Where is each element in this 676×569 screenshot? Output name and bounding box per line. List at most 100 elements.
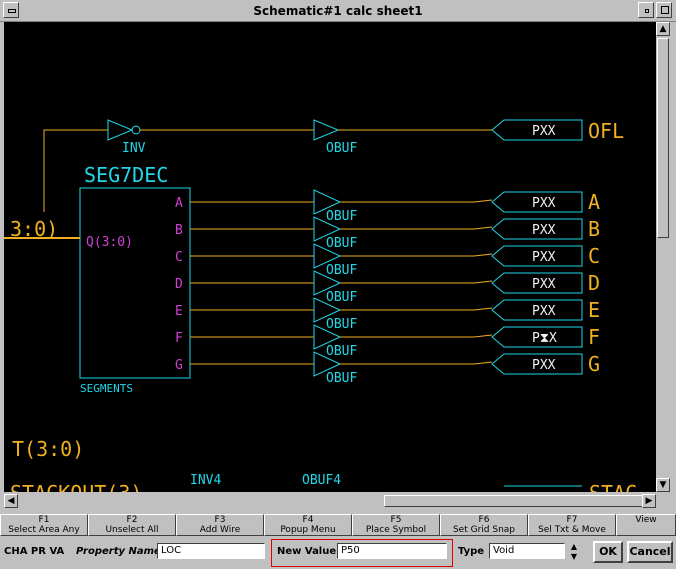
- schematic-canvas[interactable]: INV OBUF PXX OFL SEG7DEC SEGMENTS Q(3:0)…: [4, 22, 656, 492]
- fkey-f5[interactable]: F5 Place Symbol: [352, 514, 440, 536]
- pad-label-g: PXX: [532, 358, 556, 373]
- wire-pad-f[interactable]: [340, 334, 493, 338]
- obuf-top[interactable]: [313, 119, 492, 141]
- ofl-net-label: OFL: [588, 119, 624, 143]
- fkey-f4-label: Popup Menu: [280, 525, 336, 535]
- pin-label-b: B: [175, 223, 183, 238]
- schematic-drawing[interactable]: INV OBUF PXX OFL SEG7DEC SEGMENTS Q(3:0)…: [4, 22, 656, 492]
- wire-pad-g[interactable]: [340, 361, 493, 365]
- obuf-seg-label-f: OBUF: [326, 344, 357, 359]
- input-pin-label: Q(3:0): [86, 235, 133, 250]
- fkey-f4[interactable]: F4 Popup Menu: [264, 514, 352, 536]
- ok-button[interactable]: OK: [593, 541, 623, 563]
- net-label-e: E: [588, 298, 600, 322]
- property-name-field[interactable]: LOC: [157, 543, 265, 559]
- net-label-f: F: [588, 325, 600, 349]
- pad-label-b: PXX: [532, 223, 556, 238]
- net-label-a: A: [588, 190, 600, 214]
- horizontal-scroll-thumb[interactable]: [384, 495, 644, 507]
- property-name-label: Property Name: [76, 546, 161, 557]
- scroll-left-icon[interactable]: ◀: [4, 494, 18, 508]
- pin-label-a: A: [175, 196, 183, 211]
- type-field[interactable]: Void: [489, 543, 565, 559]
- obuf-seg-label-e: OBUF: [326, 317, 357, 332]
- minimize-icon: [645, 9, 649, 13]
- obuf-seg-label-g: OBUF: [326, 371, 357, 386]
- spin-up-icon[interactable]: ▲: [568, 542, 580, 552]
- fkey-f2[interactable]: F2 Unselect All: [88, 514, 176, 536]
- window-titlebar: Schematic#1 calc sheet1: [0, 0, 676, 22]
- new-value-field[interactable]: P50: [337, 543, 447, 559]
- cancel-button[interactable]: Cancel: [627, 541, 673, 563]
- inverter-label: INV: [122, 141, 146, 156]
- net-label-c: C: [588, 244, 600, 268]
- fkey-f7-key: F7: [566, 515, 578, 525]
- inverter-symbol[interactable]: [107, 119, 314, 141]
- obuf4-label: OBUF4: [302, 473, 341, 488]
- net-label-d: D: [588, 271, 600, 295]
- bus-t-label: T(3:0): [12, 437, 84, 461]
- fkey-f4-key: F4: [302, 515, 314, 525]
- wire-pad-e[interactable]: [340, 307, 493, 311]
- fkey-view[interactable]: View: [616, 514, 676, 536]
- obuf-seg-label-b: OBUF: [326, 236, 357, 251]
- mode-label: CHA PR VA: [4, 546, 65, 557]
- pin-label-f: F: [175, 331, 183, 346]
- wire-pad-a[interactable]: [340, 199, 493, 203]
- fkey-f1[interactable]: F1 Select Area Any: [0, 514, 88, 536]
- pad-label-d: PXX: [532, 277, 556, 292]
- inv4-label: INV4: [190, 473, 221, 488]
- obuf-seg-label-a: OBUF: [326, 209, 357, 224]
- property-bar: CHA PR VA Property Name LOC New Value P5…: [0, 537, 676, 569]
- segment-rows: AOBUFPXX ABOBUFPXX BCOBUFPXX CDOBUFPXX DEOBU…: [175, 189, 600, 386]
- horizontal-scrollbar[interactable]: ◀ ▶: [4, 494, 656, 508]
- vertical-scrollbar[interactable]: ▲ ▼: [656, 22, 670, 492]
- vertical-scroll-thumb[interactable]: [657, 38, 669, 238]
- pad-label-c: PXX: [532, 250, 556, 265]
- fkey-f7[interactable]: F7 Sel Txt & Move: [528, 514, 616, 536]
- pin-label-e: E: [175, 304, 183, 319]
- pad-label-e: PXX: [532, 304, 556, 319]
- stac-label: STAC: [589, 481, 637, 492]
- minimize-button[interactable]: [638, 2, 654, 18]
- maximize-button[interactable]: [656, 2, 672, 18]
- input-bus-label: 3:0): [10, 217, 58, 241]
- pad-label-a: PXX: [532, 196, 556, 211]
- fkey-f5-label: Place Symbol: [365, 525, 427, 535]
- pin-label-c: C: [175, 250, 183, 265]
- fkey-f1-label: Select Area Any: [8, 525, 80, 535]
- fkey-f1-key: F1: [38, 515, 50, 525]
- scroll-down-icon[interactable]: ▼: [656, 478, 670, 492]
- fkey-f2-label: Unselect All: [105, 525, 159, 535]
- seg7dec-component[interactable]: [79, 187, 191, 379]
- fkey-f6-label: Set Grid Snap: [452, 525, 516, 535]
- obuf-top-label: OBUF: [326, 141, 357, 156]
- fkey-f5-key: F5: [390, 515, 402, 525]
- type-spinner[interactable]: ▲ ▼: [568, 542, 580, 564]
- component-name: SEG7DEC: [84, 163, 168, 187]
- spin-down-icon[interactable]: ▼: [568, 552, 580, 562]
- fkey-view-label: View: [635, 515, 657, 525]
- fkey-f6-key: F6: [478, 515, 490, 525]
- function-key-bar: F1 Select Area Any F2 Unselect All F3 Add W…: [0, 512, 676, 536]
- maximize-icon: [661, 6, 669, 14]
- wire-pad-b[interactable]: [340, 226, 493, 230]
- net-label-g: G: [588, 352, 600, 376]
- pad-ofl-label: PXX: [532, 124, 556, 139]
- wire-pad-d[interactable]: [340, 280, 493, 284]
- net-label-b: B: [588, 217, 600, 241]
- scroll-right-icon[interactable]: ▶: [642, 494, 656, 508]
- fkey-f6[interactable]: F6 Set Grid Snap: [440, 514, 528, 536]
- scroll-up-icon[interactable]: ▲: [656, 22, 670, 36]
- obuf-seg-label-c: OBUF: [326, 263, 357, 278]
- pad-label-f: P⧗X: [532, 331, 557, 346]
- component-footer: SEGMENTS: [80, 382, 133, 395]
- window-title: Schematic#1 calc sheet1: [253, 4, 423, 18]
- stackout-label: STACKOUT(3): [10, 481, 142, 492]
- fkey-f2-key: F2: [126, 515, 138, 525]
- type-label: Type: [458, 546, 485, 557]
- fkey-f7-label: Sel Txt & Move: [538, 525, 606, 535]
- new-value-label: New Value: [277, 546, 337, 557]
- wire-pad-c[interactable]: [340, 253, 493, 257]
- fkey-f3[interactable]: F3 Add Wire: [176, 514, 264, 536]
